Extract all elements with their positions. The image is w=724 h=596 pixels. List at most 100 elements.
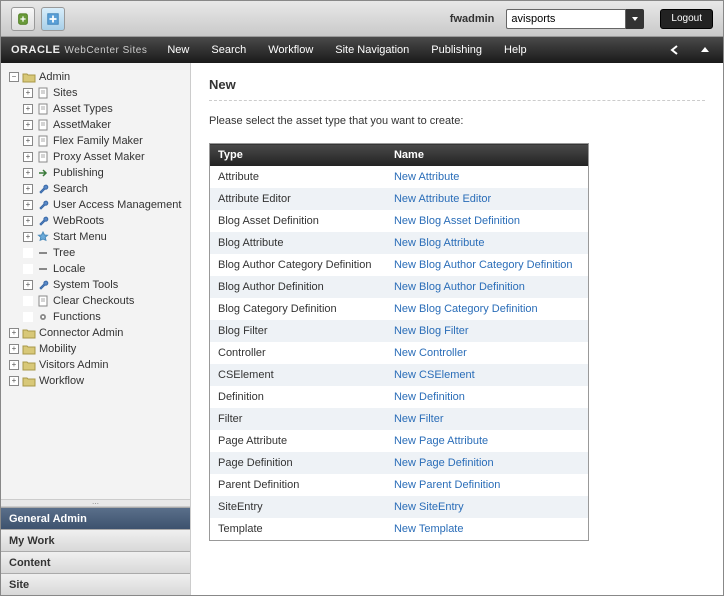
wrench-icon <box>36 215 50 227</box>
tree-label: Start Menu <box>53 231 107 243</box>
expand-icon[interactable]: + <box>23 200 33 210</box>
new-asset-link[interactable]: New Attribute Editor <box>394 193 491 205</box>
wrench-icon <box>36 199 50 211</box>
table-row: Attribute EditorNew Attribute Editor <box>210 188 589 210</box>
cell-name: New Page Definition <box>386 452 589 474</box>
new-asset-link[interactable]: New Filter <box>394 413 444 425</box>
panel-general-admin[interactable]: General Admin <box>1 507 190 529</box>
menu-new[interactable]: New <box>167 44 189 56</box>
sidebar-panels: General AdminMy WorkContentSite <box>1 507 190 595</box>
new-asset-link[interactable]: New Blog Category Definition <box>394 303 538 315</box>
new-asset-link[interactable]: New Parent Definition <box>394 479 500 491</box>
panel-site[interactable]: Site <box>1 573 190 595</box>
new-asset-link[interactable]: New Template <box>394 523 464 535</box>
up-icon[interactable] <box>697 42 713 58</box>
new-asset-link[interactable]: New Blog Filter <box>394 325 469 337</box>
new-asset-link[interactable]: New Blog Asset Definition <box>394 215 520 227</box>
expand-icon[interactable]: + <box>23 104 33 114</box>
page-icon <box>36 103 50 115</box>
app-icon-admin[interactable] <box>41 7 65 31</box>
cell-name: New Blog Author Category Definition <box>386 254 589 276</box>
tree-tree[interactable]: Tree <box>23 247 186 259</box>
expand-icon[interactable]: + <box>9 344 19 354</box>
asset-type-table: Type Name AttributeNew AttributeAttribut… <box>209 143 589 541</box>
expand-icon[interactable]: + <box>23 232 33 242</box>
menu-publishing[interactable]: Publishing <box>431 44 482 56</box>
menu-workflow[interactable]: Workflow <box>268 44 313 56</box>
tree-label: Proxy Asset Maker <box>53 151 145 163</box>
menu-help[interactable]: Help <box>504 44 527 56</box>
tree-functions[interactable]: Functions <box>23 311 186 323</box>
folder-icon <box>22 71 36 83</box>
tree-system-tools[interactable]: +System Tools <box>23 279 186 291</box>
tree-start-menu[interactable]: + Start Menu <box>23 231 186 243</box>
expand-icon[interactable]: + <box>9 328 19 338</box>
table-row: Blog FilterNew Blog Filter <box>210 320 589 342</box>
tree-label: Admin <box>39 71 70 83</box>
tree-spacer <box>23 264 33 274</box>
tree-sites[interactable]: +Sites <box>23 87 186 99</box>
expand-icon[interactable]: + <box>9 376 19 386</box>
chevron-down-icon[interactable] <box>626 9 644 29</box>
tree-spacer <box>23 248 33 258</box>
tree-assetmaker[interactable]: + AssetMaker <box>23 119 186 131</box>
tree-label: WebRoots <box>53 215 104 227</box>
tree-workflow[interactable]: + Workflow <box>9 375 186 387</box>
tree-proxy-asset-maker[interactable]: + Proxy Asset Maker <box>23 151 186 163</box>
tree-publishing[interactable]: +Publishing <box>23 167 186 179</box>
tree-webroots[interactable]: + WebRoots <box>23 215 186 227</box>
back-icon[interactable] <box>667 42 683 58</box>
table-row: Blog Author Category DefinitionNew Blog … <box>210 254 589 276</box>
table-row: Blog Category DefinitionNew Blog Categor… <box>210 298 589 320</box>
expand-icon[interactable]: + <box>23 184 33 194</box>
new-asset-link[interactable]: New Blog Attribute <box>394 237 485 249</box>
tree-spacer <box>23 312 33 322</box>
expand-icon[interactable]: + <box>23 120 33 130</box>
menu-site-navigation[interactable]: Site Navigation <box>335 44 409 56</box>
tree-flex-family-maker[interactable]: +Flex Family Maker <box>23 135 186 147</box>
new-asset-link[interactable]: New Blog Author Definition <box>394 281 525 293</box>
collapse-icon[interactable]: − <box>9 72 19 82</box>
expand-icon[interactable]: + <box>23 136 33 146</box>
expand-icon[interactable]: + <box>9 360 19 370</box>
new-asset-link[interactable]: New Blog Author Category Definition <box>394 259 573 271</box>
expand-icon[interactable]: + <box>23 88 33 98</box>
tree-asset-types[interactable]: +Asset Types <box>23 103 186 115</box>
new-asset-link[interactable]: New SiteEntry <box>394 501 464 513</box>
new-asset-link[interactable]: New Page Attribute <box>394 435 488 447</box>
panel-my-work[interactable]: My Work <box>1 529 190 551</box>
tree-label: AssetMaker <box>53 119 111 131</box>
logout-button[interactable]: Logout <box>660 9 713 29</box>
site-input[interactable] <box>506 9 626 29</box>
star-icon <box>36 231 50 243</box>
expand-icon[interactable]: + <box>23 216 33 226</box>
menu-search[interactable]: Search <box>211 44 246 56</box>
new-asset-link[interactable]: New Definition <box>394 391 465 403</box>
site-selector[interactable] <box>506 9 644 29</box>
tree-search[interactable]: +Search <box>23 183 186 195</box>
resize-handle[interactable]: ⋯ <box>1 499 190 507</box>
tree-label: Workflow <box>39 375 84 387</box>
tree-admin[interactable]: − Admin <box>9 71 186 83</box>
page-icon <box>36 87 50 99</box>
new-asset-link[interactable]: New Controller <box>394 347 467 359</box>
tree-connector-admin[interactable]: +Connector Admin <box>9 327 186 339</box>
tree-user-access-management[interactable]: +User Access Management <box>23 199 186 211</box>
panel-content[interactable]: Content <box>1 551 190 573</box>
cell-type: Blog Author Definition <box>210 276 386 298</box>
expand-icon[interactable]: + <box>23 168 33 178</box>
new-asset-link[interactable]: New CSElement <box>394 369 475 381</box>
tree-locale[interactable]: Locale <box>23 263 186 275</box>
app-icon-contributor[interactable] <box>11 7 35 31</box>
tree-mobility[interactable]: +Mobility <box>9 343 186 355</box>
expand-icon[interactable]: + <box>23 152 33 162</box>
table-row: AttributeNew Attribute <box>210 166 589 188</box>
tree-clear-checkouts[interactable]: Clear Checkouts <box>23 295 186 307</box>
new-asset-link[interactable]: New Page Definition <box>394 457 494 469</box>
expand-icon[interactable]: + <box>23 280 33 290</box>
cell-name: New Controller <box>386 342 589 364</box>
line-icon <box>36 247 50 259</box>
tree-visitors-admin[interactable]: +Visitors Admin <box>9 359 186 371</box>
cell-type: Parent Definition <box>210 474 386 496</box>
new-asset-link[interactable]: New Attribute <box>394 171 459 183</box>
